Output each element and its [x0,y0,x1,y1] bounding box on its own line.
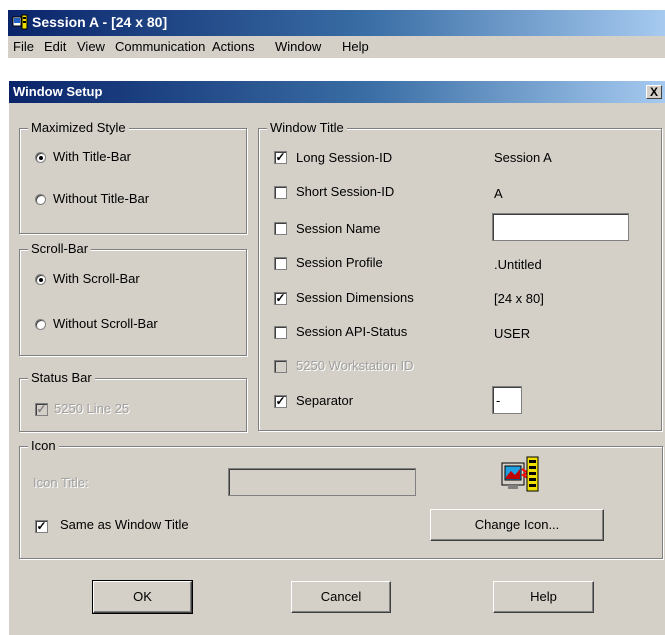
menu-actions[interactable]: Actions [212,39,255,54]
change-icon-button[interactable]: Change Icon... [430,509,604,541]
session-name-input[interactable] [492,213,629,241]
with-scroll-bar-radio[interactable] [35,274,46,285]
workstation-id-checkbox[interactable] [274,360,287,373]
icon-legend: Icon [28,438,59,453]
session-profile-checkbox[interactable] [274,257,287,270]
session-icon-preview [501,456,539,492]
maximized-style-group: Maximized Style With Title-Bar Without T… [19,120,247,234]
without-scroll-bar-radio[interactable] [35,319,46,330]
session-dimensions-checkbox[interactable]: ✓ [274,292,287,305]
icon-title-label: Icon Title: [33,475,89,490]
session-api-status-label[interactable]: Session API-Status [296,324,407,339]
without-title-bar-radio[interactable] [35,194,46,205]
scroll-bar-legend: Scroll-Bar [28,241,92,256]
help-button[interactable]: Help [493,581,594,613]
with-title-bar-label[interactable]: With Title-Bar [53,149,131,164]
with-scroll-bar-label[interactable]: With Scroll-Bar [53,271,140,286]
long-session-id-checkbox[interactable]: ✓ [274,151,287,164]
same-as-title-checkbox[interactable]: ✓ [35,520,48,533]
maximized-style-legend: Maximized Style [28,120,129,135]
menu-edit[interactable]: Edit [44,39,66,54]
dialog-title: Window Setup [13,84,103,99]
session-dimensions-value: [24 x 80] [494,291,544,306]
short-session-id-checkbox[interactable] [274,186,287,199]
terminal-session-icon [12,14,28,30]
separator-input[interactable] [492,386,522,414]
short-session-id-value: A [494,186,503,201]
cancel-button[interactable]: Cancel [291,581,391,613]
session-profile-value: .Untitled [494,257,542,272]
with-title-bar-radio[interactable] [35,152,46,163]
menu-help[interactable]: Help [342,39,369,54]
without-title-bar-label[interactable]: Without Title-Bar [53,191,149,206]
session-profile-label[interactable]: Session Profile [296,255,383,270]
window-title-legend: Window Title [267,120,347,135]
separator-label[interactable]: Separator [296,393,353,408]
ok-button[interactable]: OK [92,580,193,614]
short-session-id-label[interactable]: Short Session-ID [296,184,394,199]
session-name-label[interactable]: Session Name [296,221,381,236]
close-button[interactable]: X [646,85,662,99]
session-dimensions-label[interactable]: Session Dimensions [296,290,414,305]
app-title-bar: Session A - [24 x 80] [8,10,665,36]
menu-file[interactable]: File [13,39,34,54]
status-bar-group: Status Bar ✓ 5250 Line 25 [19,370,247,432]
separator-checkbox[interactable]: ✓ [274,395,287,408]
dialog-title-bar: Window Setup X [9,81,665,103]
session-name-checkbox[interactable] [274,222,287,235]
app-window-title: Session A - [24 x 80] [32,14,168,30]
line25-label: 5250 Line 25 [54,401,130,416]
session-api-status-checkbox[interactable] [274,326,287,339]
status-bar-legend: Status Bar [28,370,95,385]
menu-communication[interactable]: Communication [115,39,205,54]
menu-bar: File Edit View Communication Actions Win… [8,36,665,58]
menu-view[interactable]: View [77,39,105,54]
line25-checkbox[interactable]: ✓ [35,403,48,416]
icon-title-input[interactable] [228,468,416,496]
session-api-status-value: USER [494,326,531,341]
same-as-title-label[interactable]: Same as Window Title [60,517,189,532]
menu-window[interactable]: Window [275,39,321,54]
window-title-group: Window Title ✓ Long Session-ID Session A… [258,120,662,431]
window-setup-dialog: Window Setup X Maximized Style With Titl… [8,80,665,635]
scroll-bar-group: Scroll-Bar With Scroll-Bar Without Scrol… [19,241,247,356]
icon-group: Icon Icon Title: ✓ Same as Window Title … [19,438,663,559]
long-session-id-value: Session A [494,150,552,165]
long-session-id-label[interactable]: Long Session-ID [296,150,392,165]
without-scroll-bar-label[interactable]: Without Scroll-Bar [53,316,158,331]
close-icon: X [649,85,658,99]
workstation-id-label: 5250 Workstation ID [296,358,414,373]
